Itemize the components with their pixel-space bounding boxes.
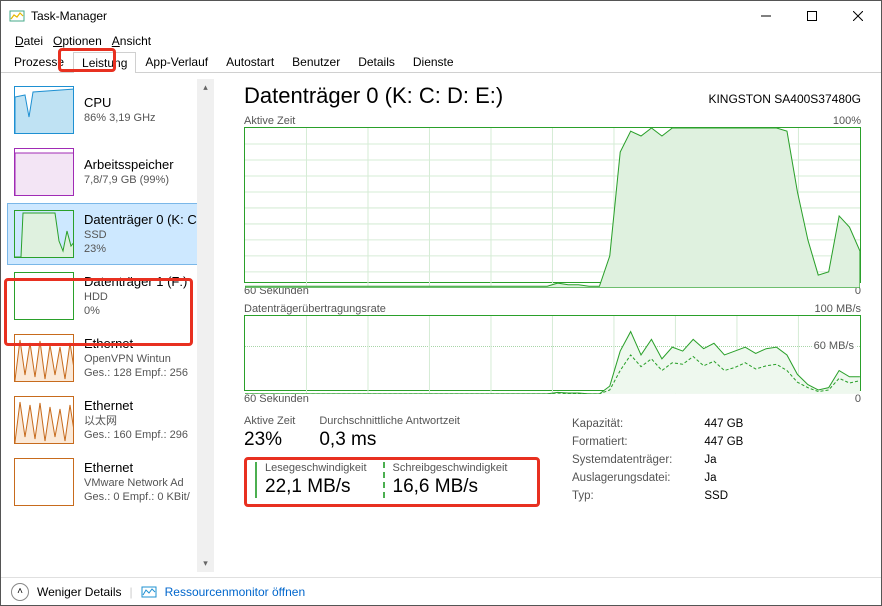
resmon-link[interactable]: Ressourcenmonitor öffnen bbox=[165, 585, 306, 599]
sidebar-item-title: Arbeitsspeicher bbox=[84, 157, 174, 172]
metric-write-label: Schreibgeschwindigkeit bbox=[393, 462, 508, 474]
sidebar-thumb bbox=[14, 148, 74, 196]
sidebar-item-sub: Ges.: 160 Empf.: 296 bbox=[84, 429, 188, 443]
sidebar-item-sub: HDD bbox=[84, 291, 187, 305]
scroll-down-icon[interactable]: ▾ bbox=[197, 555, 214, 572]
metric-resp-label: Durchschnittliche Antwortzeit bbox=[319, 415, 460, 427]
tabs: Prozesse Leistung App-Verlauf Autostart … bbox=[1, 51, 881, 73]
chart-transfer-rate: 60 MB/s bbox=[244, 315, 861, 391]
sidebar: CPU 86% 3,19 GHz Arbeitsspeicher 7,8/7,9 GB… bbox=[1, 73, 214, 578]
sidebar-thumb bbox=[14, 458, 74, 506]
detail-title: Datenträger 0 (K: C: D: E:) bbox=[244, 83, 503, 109]
sidebar-thumb bbox=[14, 210, 74, 258]
metric-read-val: 22,1 MB/s bbox=[265, 476, 367, 498]
sidebar-item-0[interactable]: CPU 86% 3,19 GHz bbox=[7, 79, 210, 141]
chart-active-time bbox=[244, 127, 861, 283]
tab-leistung[interactable]: Leistung bbox=[73, 52, 136, 73]
tab-appverelauf[interactable]: App-Verlauf bbox=[136, 51, 217, 72]
sidebar-item-sub: Ges.: 0 Empf.: 0 KBit/ bbox=[84, 491, 190, 505]
sidebar-thumb bbox=[14, 272, 74, 320]
less-details-link[interactable]: Weniger Details bbox=[37, 585, 121, 599]
menubar: Datei Optionen Ansicht bbox=[1, 31, 881, 51]
table-row: Formatiert:447 GB bbox=[572, 435, 773, 451]
metric-active-label: Aktive Zeit bbox=[244, 415, 295, 427]
app-icon bbox=[9, 8, 25, 24]
sidebar-item-4[interactable]: Ethernet OpenVPN WintunGes.: 128 Empf.: 2… bbox=[7, 327, 210, 389]
sidebar-item-title: Datenträger 0 (K: C: D: E:) bbox=[84, 212, 203, 227]
sidebar-thumb bbox=[14, 396, 74, 444]
highlight-readwrite: Lesegeschwindigkeit 22,1 MB/s Schreibges… bbox=[244, 457, 540, 507]
sidebar-item-2[interactable]: Datenträger 0 (K: C: D: E:) SSD23% bbox=[7, 203, 210, 265]
chart2-label-bl: 60 Sekunden bbox=[244, 393, 309, 405]
chart2-label-tr: 100 MB/s bbox=[815, 303, 861, 315]
sidebar-item-title: CPU bbox=[84, 95, 156, 110]
window-title: Task-Manager bbox=[31, 9, 743, 23]
sidebar-item-sub: Ges.: 128 Empf.: 256 bbox=[84, 367, 188, 381]
sidebar-item-6[interactable]: Ethernet VMware Network AdGes.: 0 Empf.: … bbox=[7, 451, 210, 513]
sidebar-item-sub: VMware Network Ad bbox=[84, 477, 190, 491]
sidebar-item-sub: 86% 3,19 GHz bbox=[84, 112, 156, 126]
tab-prozesse[interactable]: Prozesse bbox=[5, 51, 73, 72]
sidebar-item-sub: SSD bbox=[84, 229, 203, 243]
sidebar-item-5[interactable]: Ethernet 以太网Ges.: 160 Empf.: 296 bbox=[7, 389, 210, 451]
menu-optionen[interactable]: Optionen bbox=[49, 34, 106, 48]
table-row: Systemdatenträger:Ja bbox=[572, 453, 773, 469]
minimize-button[interactable] bbox=[743, 1, 789, 31]
table-row: Kapazität:447 GB bbox=[572, 417, 773, 433]
sidebar-item-sub: 以太网 bbox=[84, 415, 188, 429]
resmon-icon bbox=[141, 584, 157, 600]
metric-resp-val: 0,3 ms bbox=[319, 429, 460, 451]
table-row: Auslagerungsdatei:Ja bbox=[572, 471, 773, 487]
tab-benutzer[interactable]: Benutzer bbox=[283, 51, 349, 72]
sidebar-item-title: Datenträger 1 (F:) bbox=[84, 274, 187, 289]
sidebar-item-sub: 0% bbox=[84, 305, 187, 319]
titlebar: Task-Manager bbox=[1, 1, 881, 31]
sidebar-item-sub: OpenVPN Wintun bbox=[84, 353, 188, 367]
tab-dienste[interactable]: Dienste bbox=[404, 51, 463, 72]
tab-details[interactable]: Details bbox=[349, 51, 404, 72]
maximize-button[interactable] bbox=[789, 1, 835, 31]
metric-active-val: 23% bbox=[244, 429, 295, 451]
sidebar-thumb bbox=[14, 86, 74, 134]
sidebar-item-sub: 7,8/7,9 GB (99%) bbox=[84, 174, 174, 188]
menu-datei[interactable]: Datei bbox=[11, 34, 47, 48]
detail-panel: Datenträger 0 (K: C: D: E:) KINGSTON SA4… bbox=[214, 73, 881, 578]
chart2-label-br: 0 bbox=[855, 393, 861, 405]
sidebar-item-title: Ethernet bbox=[84, 336, 188, 351]
sidebar-item-1[interactable]: Arbeitsspeicher 7,8/7,9 GB (99%) bbox=[7, 141, 210, 203]
chart1-label-tr: 100% bbox=[833, 115, 861, 127]
footer: ˄ Weniger Details | Ressourcenmonitor öf… bbox=[1, 577, 881, 605]
chevron-up-icon[interactable]: ˄ bbox=[11, 583, 29, 601]
sidebar-item-3[interactable]: Datenträger 1 (F:) HDD0% bbox=[7, 265, 210, 327]
sidebar-item-title: Ethernet bbox=[84, 460, 190, 475]
menu-ansicht[interactable]: Ansicht bbox=[108, 34, 155, 48]
properties-table: Kapazität:447 GB Formatiert:447 GB Systemd… bbox=[570, 415, 775, 507]
metric-write-val: 16,6 MB/s bbox=[393, 476, 508, 498]
sidebar-thumb bbox=[14, 334, 74, 382]
table-row: Typ:SSD bbox=[572, 489, 773, 505]
sidebar-scrollbar[interactable]: ▴ ▾ bbox=[197, 79, 214, 572]
sidebar-item-title: Ethernet bbox=[84, 398, 188, 413]
metric-read-label: Lesegeschwindigkeit bbox=[265, 462, 367, 474]
detail-model: KINGSTON SA400S37480G bbox=[708, 92, 861, 106]
chart2-label-tl: Datenträgerübertragungsrate bbox=[244, 303, 386, 315]
scroll-up-icon[interactable]: ▴ bbox=[197, 79, 214, 96]
chart1-label-tl: Aktive Zeit bbox=[244, 115, 295, 127]
close-button[interactable] bbox=[835, 1, 881, 31]
tab-autostart[interactable]: Autostart bbox=[217, 51, 283, 72]
sidebar-item-sub: 23% bbox=[84, 243, 203, 257]
